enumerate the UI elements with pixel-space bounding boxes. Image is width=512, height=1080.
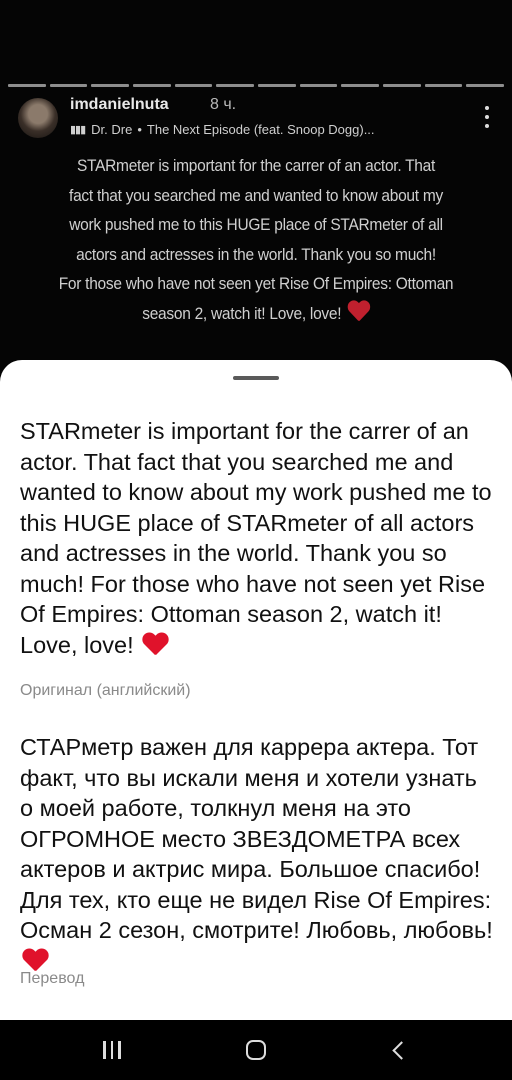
caption-line: season 2, watch it! Love, love! (34, 300, 478, 330)
music-bars-icon: ▮▮▮ (70, 124, 86, 136)
progress-segment (299, 84, 338, 87)
progress-segment (216, 84, 255, 87)
home-button[interactable] (216, 1020, 296, 1080)
progress-segment (383, 84, 421, 87)
story-progress (8, 84, 505, 87)
home-icon (246, 1040, 266, 1060)
post-time: 8 ч. (210, 96, 237, 113)
caption-line: fact that you searched me and wanted to … (69, 186, 443, 205)
story-header: imdanielnuta 8 ч. ▮▮▮ Dr. Dre • The Next… (18, 96, 498, 144)
heart-icon (142, 633, 168, 655)
progress-segment (466, 84, 505, 87)
drag-handle[interactable] (233, 376, 279, 380)
translated-text: СТАРметр важен для каррера актера. Тот ф… (20, 732, 494, 976)
music-info[interactable]: ▮▮▮ Dr. Dre • The Next Episode (feat. Sn… (70, 122, 375, 137)
caption-line-text: season 2, watch it! Love, love! (142, 304, 342, 323)
progress-segment (341, 84, 380, 87)
translation-sheet[interactable]: STARmeter is important for the carrer of… (0, 360, 512, 1020)
music-track: The Next Episode (feat. Snoop Dogg)... (146, 122, 375, 137)
recent-apps-icon (103, 1041, 121, 1059)
heart-icon (347, 301, 370, 321)
progress-segment (174, 84, 213, 87)
avatar[interactable] (18, 98, 58, 138)
caption-line: For those who have not seen yet Rise Of … (58, 275, 454, 293)
separator-dot: • (137, 122, 142, 137)
caption-line: actors and actresses in the world. Thank… (76, 245, 436, 264)
story-caption: STARmeter is important for the carrer of… (34, 152, 478, 329)
recent-apps-button[interactable] (72, 1020, 152, 1080)
more-vertical-icon[interactable] (484, 106, 490, 128)
username[interactable]: imdanielnuta (70, 96, 169, 114)
progress-segment (49, 84, 88, 87)
caption-line: STARmeter is important for the carrer of… (76, 157, 436, 175)
music-artist: Dr. Dre (91, 122, 133, 137)
system-navigation-bar (0, 1020, 512, 1080)
progress-segment (424, 84, 463, 87)
original-text: STARmeter is important for the carrer of… (20, 416, 494, 660)
back-icon (391, 1040, 411, 1060)
back-button[interactable] (358, 1020, 438, 1080)
progress-segment (133, 84, 171, 87)
original-label: Оригинал (английский) (20, 682, 191, 699)
progress-segment (8, 84, 46, 87)
heart-icon (22, 949, 48, 971)
original-text-content: STARmeter is important for the carrer of… (20, 418, 492, 658)
translated-text-content: СТАРметр важен для каррера актера. Тот ф… (20, 734, 493, 943)
caption-line: work pushed me to this HUGE place of STA… (69, 216, 443, 234)
translated-label: Перевод (20, 970, 85, 987)
progress-segment (258, 84, 296, 87)
story-background: imdanielnuta 8 ч. ▮▮▮ Dr. Dre • The Next… (0, 0, 512, 380)
progress-segment (91, 84, 130, 87)
